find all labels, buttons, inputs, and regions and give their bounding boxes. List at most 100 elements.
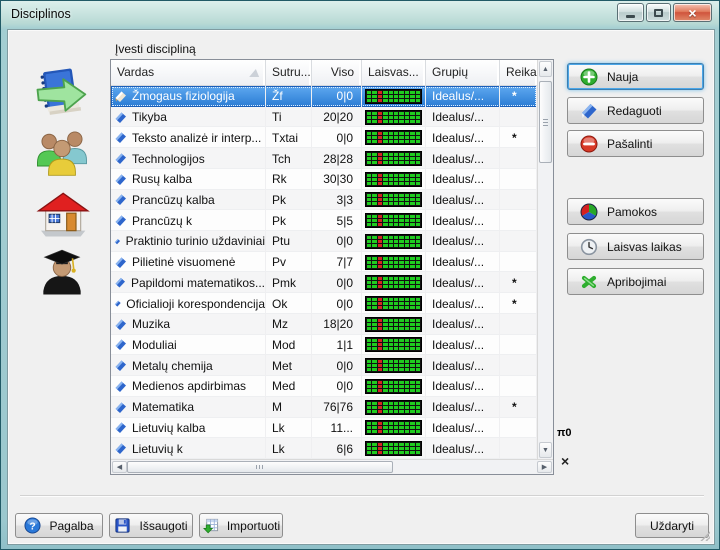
import-button[interactable]: Importuoti	[199, 513, 283, 538]
free-time-button[interactable]: Laisvas laikas	[567, 233, 704, 260]
table-row[interactable]: Muzika Mz 18|20 Idealus/...	[111, 314, 537, 335]
rooms-house-icon	[34, 184, 90, 240]
scroll-right-icon: ▶	[542, 463, 547, 471]
table-row[interactable]: Oficialioji korespondencija Ok 0|0 Ideal…	[111, 293, 537, 314]
sidebar-item-subjects[interactable]	[34, 64, 90, 112]
close-dialog-button[interactable]: Uždaryti	[635, 513, 709, 538]
import-button-label: Importuoti	[227, 519, 280, 533]
remove-minus-icon	[580, 135, 598, 153]
scroll-right-button[interactable]: ▶	[537, 461, 552, 473]
subject-groups-value: Idealus/...	[426, 438, 500, 459]
free-time-grid	[365, 337, 422, 352]
subject-name: Tikyba	[132, 110, 167, 124]
table-row[interactable]: Praktinio turinio uždaviniai Ptu 0|0 Ide…	[111, 231, 537, 252]
column-header-viso[interactable]: Viso	[312, 60, 362, 85]
groups-people-icon	[34, 124, 90, 180]
horizontal-scrollbar[interactable]: ◀ ▶	[111, 459, 553, 474]
column-header-vardas[interactable]: Vardas	[111, 60, 266, 85]
table-row[interactable]: Pilietinė visuomenė Pv 7|7 Idealus/...	[111, 252, 537, 273]
table-row[interactable]: Papildomi matematikos... Pmk 0|0 Idealus…	[111, 272, 537, 293]
clock-icon	[580, 238, 598, 256]
table-row[interactable]: Technologijos Tch 28|28 Idealus/...	[111, 148, 537, 169]
table-row[interactable]: Lietuvių k Lk 6|6 Idealus/...	[111, 438, 537, 459]
subject-groups-value: Idealus/...	[426, 86, 500, 107]
sidebar-item-students[interactable]	[34, 242, 90, 290]
pi-artifact-text: π0	[557, 427, 572, 439]
table-row[interactable]: Metalų chemija Met 0|0 Idealus/...	[111, 355, 537, 376]
subject-abbreviation: Lk	[266, 438, 312, 459]
maximize-button[interactable]	[646, 3, 671, 22]
column-header-laisvas[interactable]: Laisvas...	[362, 60, 426, 85]
subject-requirement-flag	[500, 210, 537, 231]
maximize-icon	[654, 9, 663, 17]
table-row[interactable]: Rusų kalba Rk 30|30 Idealus/...	[111, 169, 537, 190]
column-header-grupiu[interactable]: Grupių pas...	[426, 60, 500, 85]
subject-abbreviation: Mz	[266, 314, 312, 335]
subject-requirement-flag	[500, 252, 537, 273]
lessons-button[interactable]: Pamokos	[567, 198, 704, 225]
vertical-scrollbar[interactable]: ▲ ▼	[537, 60, 553, 459]
subject-abbreviation: Ti	[266, 107, 312, 128]
help-button[interactable]: ? Pagalba	[15, 513, 103, 538]
subject-total: 20|20	[312, 107, 362, 128]
subject-book-icon	[114, 235, 121, 248]
free-time-grid	[365, 172, 422, 187]
subject-requirement-flag	[500, 335, 537, 356]
column-header-reika[interactable]: Reika	[500, 60, 537, 85]
table-row[interactable]: Moduliai Mod 1|1 Idealus/...	[111, 335, 537, 356]
scroll-down-button[interactable]: ▼	[539, 442, 552, 458]
scroll-left-icon: ◀	[117, 463, 122, 471]
column-header-sutrumpinimas[interactable]: Sutru...	[266, 60, 312, 85]
subject-book-icon	[114, 214, 127, 227]
scroll-left-button[interactable]: ◀	[112, 461, 127, 473]
delete-button[interactable]: Pašalinti	[567, 130, 704, 157]
subject-abbreviation: Pv	[266, 252, 312, 273]
subject-total: 18|20	[312, 314, 362, 335]
subject-book-icon	[114, 442, 127, 455]
subject-total: 5|5	[312, 210, 362, 231]
table-row[interactable]: Prancūzų kalba Pk 3|3 Idealus/...	[111, 190, 537, 211]
subject-book-icon	[114, 380, 127, 393]
vertical-scroll-thumb[interactable]	[539, 81, 552, 163]
constraints-button[interactable]: Apribojimai	[567, 268, 704, 295]
subject-requirement-flag	[500, 231, 537, 252]
horizontal-scroll-thumb[interactable]	[127, 461, 393, 473]
table-row[interactable]: Teksto analizė ir interp... Txtai 0|0 Id…	[111, 127, 537, 148]
subject-abbreviation: Met	[266, 355, 312, 376]
subject-name: Praktinio turinio uždaviniai	[126, 234, 265, 248]
save-button[interactable]: Išsaugoti	[109, 513, 193, 538]
table-row[interactable]: Lietuvių kalba Lk 11... Idealus/...	[111, 418, 537, 439]
table-row[interactable]: Medienos apdirbimas Med 0|0 Idealus/...	[111, 376, 537, 397]
sidebar-item-groups[interactable]	[34, 124, 90, 172]
subject-groups-value: Idealus/...	[426, 314, 500, 335]
delete-button-label: Pašalinti	[607, 137, 652, 151]
table-row[interactable]: Prancūzų k Pk 5|5 Idealus/...	[111, 210, 537, 231]
minimize-button[interactable]	[617, 3, 644, 22]
lessons-button-label: Pamokos	[607, 205, 657, 219]
import-table-icon	[202, 517, 219, 534]
window-title: Disciplinos	[11, 7, 71, 21]
titlebar[interactable]: Disciplinos ×	[1, 1, 719, 29]
table-row[interactable]: Tikyba Ti 20|20 Idealus/...	[111, 107, 537, 128]
dialog: Įvesti discipliną Vardas Sutru... Viso L…	[7, 29, 715, 545]
resize-grip[interactable]	[700, 531, 710, 541]
subject-name: Pilietinė visuomenė	[132, 255, 235, 269]
table-row[interactable]: Matematika M 76|76 Idealus/... *	[111, 397, 537, 418]
sidebar-item-rooms[interactable]	[34, 184, 90, 232]
add-plus-icon	[580, 68, 598, 86]
students-graduate-icon	[34, 242, 90, 298]
free-time-grid	[365, 296, 422, 311]
close-button[interactable]: ×	[673, 3, 712, 22]
new-button-label: Nauja	[607, 70, 638, 84]
subject-abbreviation: Rk	[266, 169, 312, 190]
new-button[interactable]: Nauja	[567, 63, 704, 90]
subject-groups-value: Idealus/...	[426, 293, 500, 314]
edit-button[interactable]: Redaguoti	[567, 97, 704, 124]
scroll-up-button[interactable]: ▲	[539, 61, 552, 77]
save-button-label: Išsaugoti	[139, 519, 187, 533]
constraints-button-label: Apribojimai	[607, 275, 666, 289]
subject-groups-value: Idealus/...	[426, 148, 500, 169]
subject-name: Moduliai	[132, 338, 177, 352]
subject-name: Prancūzų kalba	[132, 193, 215, 207]
table-row[interactable]: Žmogaus fiziologija Žf 0|0 Idealus/... *	[111, 86, 537, 107]
